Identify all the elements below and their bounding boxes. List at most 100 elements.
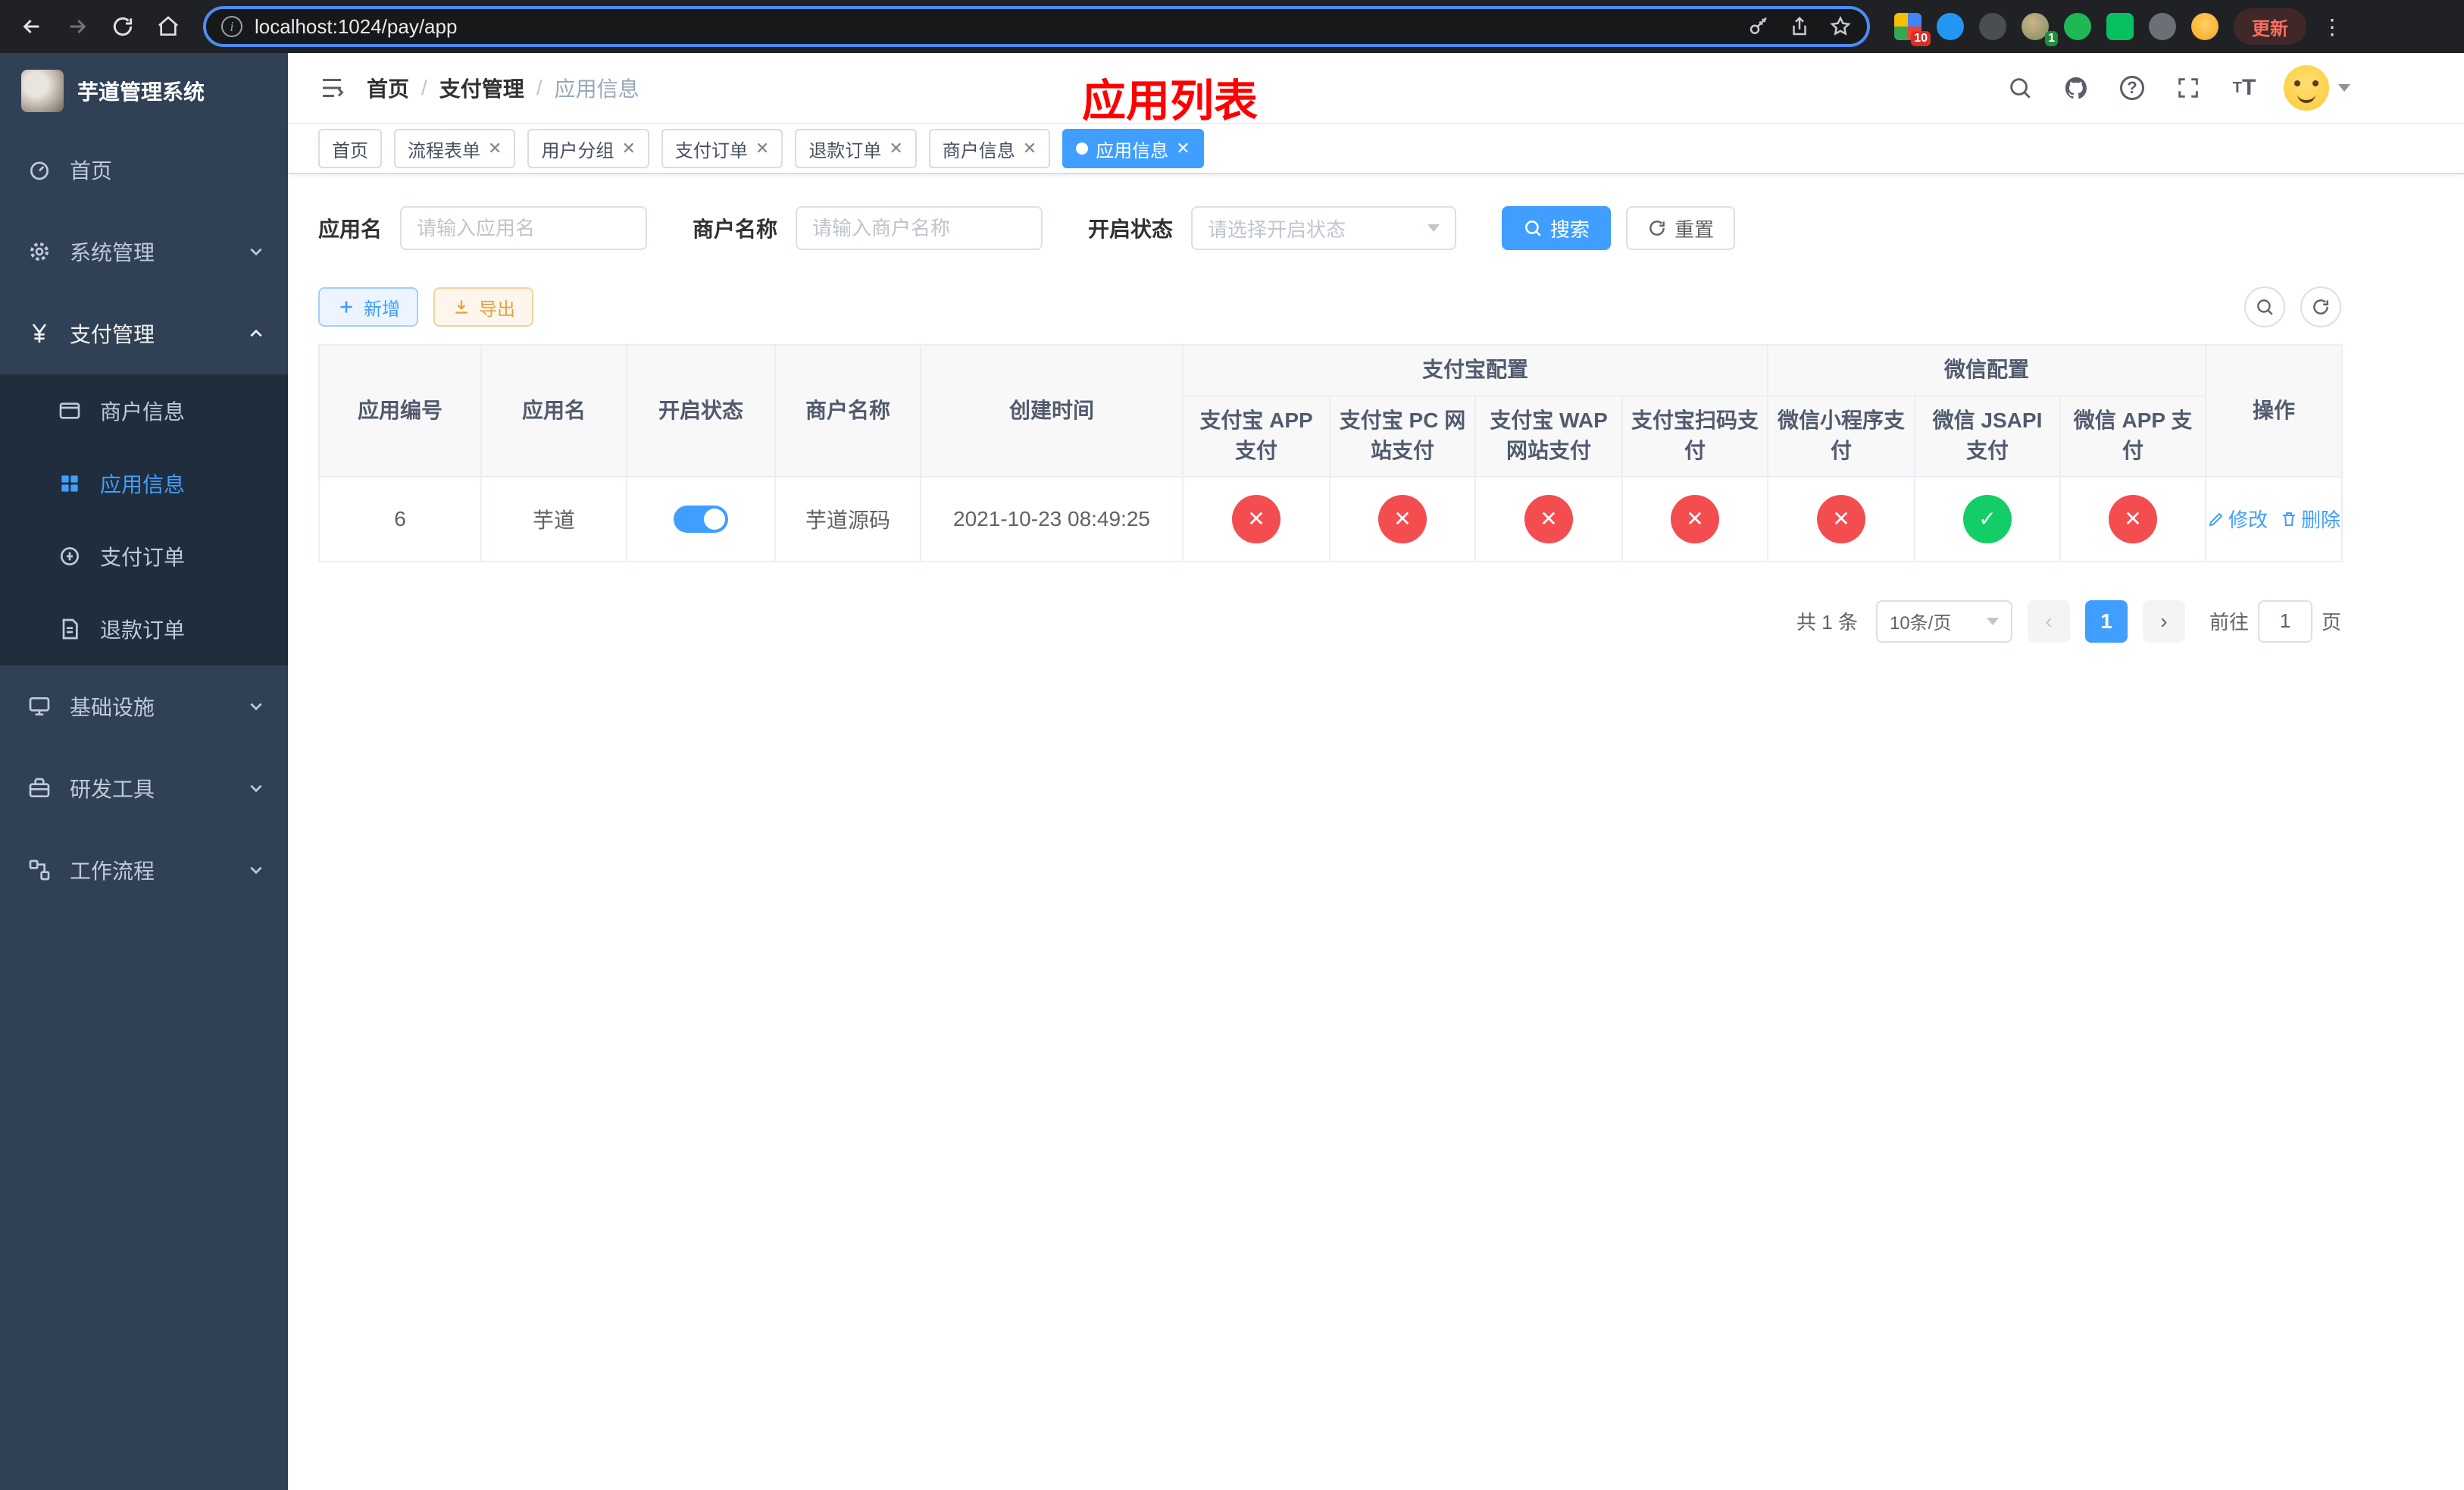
document-icon: [62, 618, 78, 640]
search-button[interactable]: 搜索: [1502, 206, 1612, 250]
tab-process-form[interactable]: 流程表单 ✕: [394, 129, 516, 168]
tab-refund-orders[interactable]: 退款订单 ✕: [795, 129, 917, 168]
col-header-status: 开启状态: [626, 344, 776, 477]
update-button[interactable]: 更新: [2234, 8, 2306, 45]
sidebar-item-payment-orders[interactable]: 支付订单: [0, 520, 288, 593]
share-icon[interactable]: [1788, 15, 1811, 38]
browser-profile-avatar-icon[interactable]: [2191, 13, 2219, 40]
reset-button[interactable]: 重置: [1626, 206, 1736, 250]
col-header-alipay-qr: 支付宝扫码支付: [1621, 394, 1769, 477]
close-icon[interactable]: ✕: [1023, 140, 1037, 157]
sidebar-item-home[interactable]: 首页: [0, 129, 288, 211]
password-key-icon[interactable]: [1747, 15, 1770, 38]
toolbox-icon: [29, 778, 50, 797]
show-search-button[interactable]: [2244, 286, 2285, 327]
download-icon: [455, 300, 467, 314]
breadcrumb-home[interactable]: 首页: [367, 73, 409, 103]
status-select[interactable]: 请选择开启状态: [1191, 206, 1457, 250]
group-header-alipay: 支付宝配置: [1181, 343, 1769, 396]
url-bar[interactable]: i localhost:1024/pay/app: [203, 6, 1870, 47]
user-menu[interactable]: [2284, 65, 2350, 111]
tab-merchant-info[interactable]: 商户信息 ✕: [928, 129, 1051, 168]
tab-label: 应用信息: [1096, 140, 1169, 161]
tab-label: 商户信息: [942, 140, 1015, 161]
sidebar-item-label: 工作流程: [70, 859, 155, 883]
page-size-select[interactable]: 10条/页: [1875, 599, 2012, 643]
sidebar-item-refund-orders[interactable]: 退款订单: [0, 593, 288, 665]
edit-link[interactable]: 修改: [2207, 505, 2268, 533]
sidebar-item-label: 商户信息: [100, 400, 186, 424]
tab-label: 首页: [332, 140, 368, 161]
next-page-button[interactable]: ›: [2142, 599, 2185, 643]
merchant-name-input[interactable]: [796, 206, 1043, 250]
page-number-button[interactable]: 1: [2084, 599, 2128, 643]
home-button[interactable]: [149, 7, 188, 46]
filter-form: 应用名 商户名称 开启状态 请选择开启状态 搜索: [318, 206, 2434, 250]
goto-suffix: 页: [2321, 611, 2341, 634]
sidebar-item-merchant-info[interactable]: 商户信息: [0, 374, 288, 447]
delete-link[interactable]: 删除: [2280, 505, 2340, 533]
goto-page-input[interactable]: [2257, 599, 2312, 643]
yen-icon: [32, 324, 47, 343]
sidebar-item-app-info[interactable]: 应用信息: [0, 447, 288, 520]
sidebar-item-system[interactable]: 系统管理: [0, 211, 288, 293]
wx-lite-status-icon: ✕: [1817, 494, 1866, 543]
chevron-down-icon: [1986, 617, 1999, 625]
hamburger-icon[interactable]: [306, 62, 358, 114]
help-icon[interactable]: ?: [2115, 71, 2149, 105]
close-icon[interactable]: ✕: [755, 140, 769, 157]
tab-home[interactable]: 首页: [318, 129, 382, 168]
extension-chat-icon[interactable]: [2106, 13, 2134, 40]
forward-button[interactable]: [58, 7, 97, 46]
export-button[interactable]: 导出: [433, 287, 533, 327]
app-title: 芋道管理系统: [77, 80, 205, 104]
header-search-icon[interactable]: [2003, 71, 2037, 105]
close-icon[interactable]: ✕: [488, 140, 502, 157]
sidebar-item-workflow[interactable]: 工作流程: [0, 829, 288, 911]
tab-app-info[interactable]: 应用信息 ✕: [1062, 129, 1204, 168]
app-name-input[interactable]: [400, 206, 648, 250]
status-toggle[interactable]: [674, 505, 728, 533]
extension-drop-icon[interactable]: [1937, 13, 1964, 40]
url-text: localhost:1024/pay/app: [255, 14, 458, 38]
sidebar-menu: 首页 系统管理 支付管理 商户信息 应用信息 支付订单 退款订单 基础设施 研发…: [0, 129, 288, 911]
home-icon: [158, 16, 178, 36]
refresh-table-button[interactable]: [2300, 286, 2341, 327]
page-title-annotation: 应用列表: [1081, 77, 1259, 126]
extension-profile-icon[interactable]: 1: [2022, 13, 2058, 46]
sidebar-item-infrastructure[interactable]: 基础设施: [0, 665, 288, 747]
extension-grid-icon[interactable]: 10: [1894, 13, 1931, 46]
browser-menu-button[interactable]: ⋮: [2312, 7, 2352, 46]
refresh-icon: [113, 17, 133, 36]
close-icon[interactable]: ✕: [889, 140, 902, 157]
back-button[interactable]: [12, 7, 52, 46]
breadcrumb-current: 应用信息: [554, 77, 639, 101]
sidebar-item-dev-tools[interactable]: 研发工具: [0, 747, 288, 829]
fullscreen-icon[interactable]: [2172, 71, 2205, 105]
sidebar-logo[interactable]: 芋道管理系统: [0, 53, 288, 129]
github-icon[interactable]: [2059, 71, 2093, 105]
tab-user-group[interactable]: 用户分组 ✕: [527, 129, 649, 168]
prev-page-button[interactable]: ‹: [2027, 599, 2070, 643]
site-info-icon[interactable]: i: [221, 16, 242, 37]
extension-puzzle-icon[interactable]: [2149, 13, 2176, 40]
logo-image: [21, 70, 64, 112]
alipay-pc-status-icon: ✕: [1378, 494, 1427, 543]
merchant-name-label: 商户名称: [693, 218, 778, 241]
sidebar-item-payment[interactable]: 支付管理: [0, 293, 288, 374]
bookmark-star-icon[interactable]: [1829, 15, 1852, 38]
font-size-icon[interactable]: TT: [2228, 71, 2261, 105]
tab-payment-orders[interactable]: 支付订单 ✕: [661, 129, 783, 168]
close-icon[interactable]: ✕: [621, 140, 635, 157]
extension-green-circle-icon[interactable]: [2064, 13, 2091, 40]
gear-icon: [30, 243, 48, 261]
add-button[interactable]: 新增: [318, 287, 418, 327]
refresh-button[interactable]: [103, 7, 142, 46]
extension-dark-icon[interactable]: [1979, 13, 2006, 40]
close-icon[interactable]: ✕: [1176, 140, 1190, 157]
monitor-icon: [29, 697, 50, 715]
breadcrumb-payment[interactable]: 支付管理: [439, 73, 524, 103]
tab-label: 流程表单: [408, 140, 480, 161]
wx-jsapi-status-icon: ✓: [1963, 494, 2012, 543]
tab-bar: 首页 流程表单 ✕ 用户分组 ✕ 支付订单 ✕ 退款订单 ✕ 商户信息 ✕ 应用…: [288, 124, 2464, 174]
